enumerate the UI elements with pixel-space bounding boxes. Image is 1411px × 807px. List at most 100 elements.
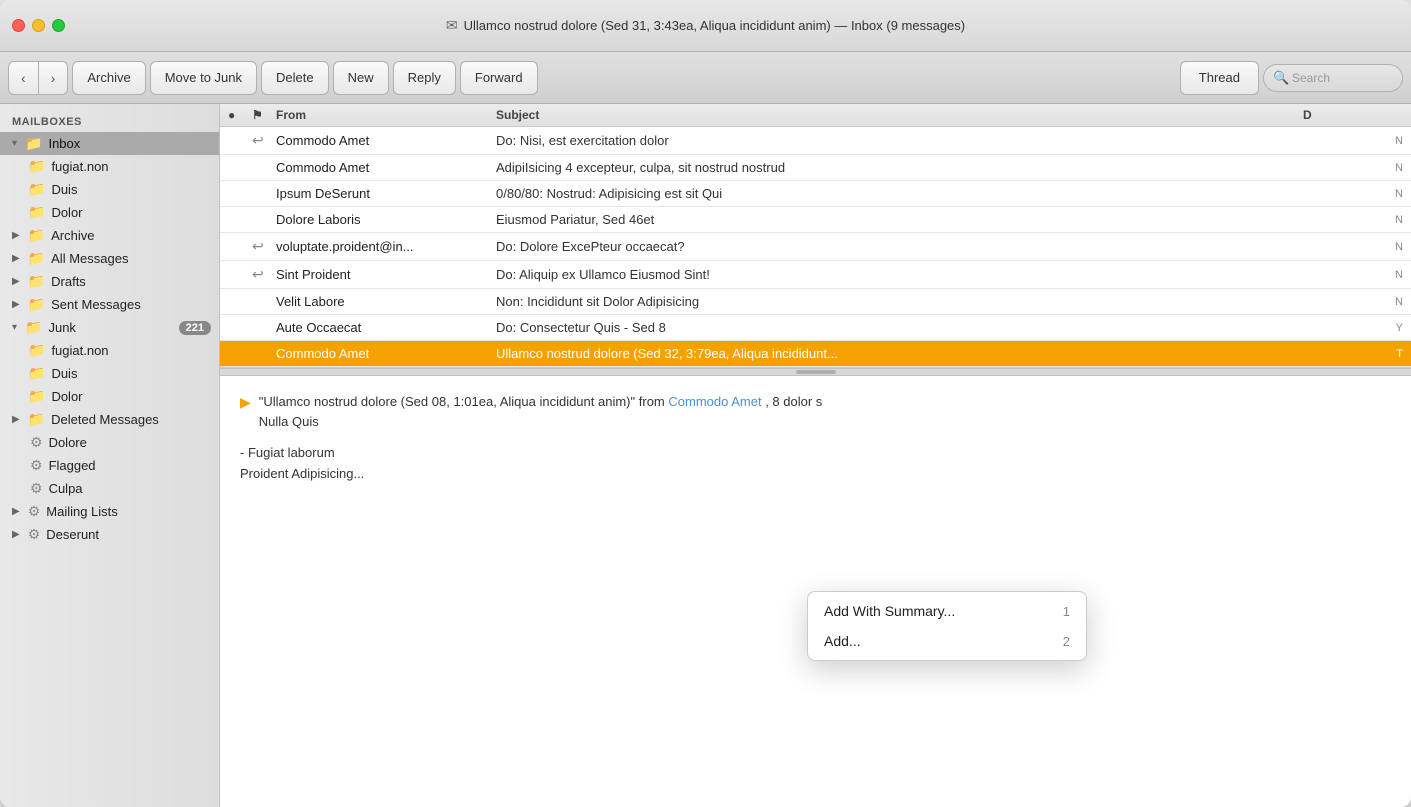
titlebar: ✉ Ullamco nostrud dolore (Sed 31, 3:43ea… xyxy=(0,0,1411,52)
gear-icon: ⚙ xyxy=(28,503,41,520)
table-row[interactable]: Ipsum DeSerunt 0/80/80: Nostrud: Adipisi… xyxy=(220,181,1411,207)
preview-tail: , 8 dolor s xyxy=(765,394,822,409)
folder-icon: 📁 xyxy=(28,411,45,428)
col-flag: ⚑ xyxy=(252,108,276,122)
sidebar-item-all-messages[interactable]: ▶ 📁 All Messages xyxy=(0,247,219,270)
sidebar-item-label: Drafts xyxy=(51,274,211,289)
sidebar-item-label: Deserunt xyxy=(46,527,211,542)
sidebar-item-label: All Messages xyxy=(51,251,211,266)
email-date: N xyxy=(1303,188,1403,200)
envelope-icon: ✉ xyxy=(446,17,458,34)
email-list: ● ⚑ From Subject D ↩ Commodo Amet Do: Ni… xyxy=(220,104,1411,368)
col-date: D xyxy=(1303,108,1403,122)
sidebar-item-deserunt[interactable]: ▶ ⚙ Deserunt xyxy=(0,523,219,546)
chevron-right-icon: ▶ xyxy=(12,529,20,540)
close-button[interactable] xyxy=(12,19,25,32)
preview-body: - Fugiat laborum Proident Adipisicing... xyxy=(240,443,1391,485)
chevron-right-icon: ▶ xyxy=(12,506,20,517)
table-row[interactable]: Aute Occaecat Do: Consectetur Quis - Sed… xyxy=(220,315,1411,341)
sidebar-item-label: Culpa xyxy=(49,481,211,496)
folder-icon: 📁 xyxy=(25,319,42,336)
email-from: Aute Occaecat xyxy=(276,320,496,335)
sidebar-item-dolor[interactable]: 📁 Dolor xyxy=(0,201,219,224)
sidebar-item-label: Inbox xyxy=(48,136,211,151)
sidebar-item-dolore[interactable]: ⚙ Dolore xyxy=(0,431,219,454)
chevron-down-icon: ▾ xyxy=(12,322,17,333)
preview-continuation: Nulla Quis xyxy=(259,414,319,429)
gear-icon: ⚙ xyxy=(30,434,43,451)
archive-button[interactable]: Archive xyxy=(72,61,145,95)
gear-icon: ⚙ xyxy=(28,526,41,543)
email-subject: AdipiIsicing 4 excepteur, culpa, sit nos… xyxy=(496,160,1303,175)
folder-icon: 📁 xyxy=(28,250,45,267)
search-box[interactable]: 🔍 Search xyxy=(1263,64,1403,92)
maximize-button[interactable] xyxy=(52,19,65,32)
sidebar-item-culpa[interactable]: ⚙ Culpa xyxy=(0,477,219,500)
sidebar-item-label: fugiat.non xyxy=(51,343,211,358)
email-date: N xyxy=(1303,214,1403,226)
context-menu-item-label: Add With Summary... xyxy=(824,603,955,619)
thread-triangle-icon[interactable]: ▶ xyxy=(240,394,251,411)
table-row[interactable]: ↩ Commodo Amet Do: Nisi, est exercitatio… xyxy=(220,127,1411,155)
folder-icon: 📁 xyxy=(28,158,45,175)
main-area: MAILBOXES ▾ 📁 Inbox 📁 fugiat.non 📁 Duis … xyxy=(0,104,1411,807)
chevron-down-icon: ▾ xyxy=(12,138,17,149)
sidebar-item-junk-duis[interactable]: 📁 Duis xyxy=(0,362,219,385)
sidebar-item-label: Junk xyxy=(48,320,172,335)
search-icon: 🔍 xyxy=(1273,70,1289,86)
table-row[interactable]: ↩ voluptate.proident@in... Do: Dolore Ex… xyxy=(220,233,1411,261)
thread-button[interactable]: Thread xyxy=(1180,61,1259,95)
preview-body-line2: Proident Adipisicing... xyxy=(240,464,1391,485)
table-row[interactable]: Commodo Amet Ullamco nostrud dolore (Sed… xyxy=(220,341,1411,367)
folder-icon: 📁 xyxy=(28,342,45,359)
sidebar-item-sent-messages[interactable]: ▶ 📁 Sent Messages xyxy=(0,293,219,316)
chevron-right-icon: ▶ xyxy=(12,253,20,264)
sidebar-item-drafts[interactable]: ▶ 📁 Drafts xyxy=(0,270,219,293)
minimize-button[interactable] xyxy=(32,19,45,32)
sidebar-item-junk-fugiat-non[interactable]: 📁 fugiat.non xyxy=(0,339,219,362)
move-to-junk-button[interactable]: Move to Junk xyxy=(150,61,257,95)
email-date: N xyxy=(1303,269,1403,281)
new-button[interactable]: New xyxy=(333,61,389,95)
folder-icon: 📁 xyxy=(28,296,45,313)
table-row[interactable]: Commodo Amet AdipiIsicing 4 excepteur, c… xyxy=(220,155,1411,181)
table-row[interactable]: Dolore Laboris Eiusmod Pariatur, Sed 46e… xyxy=(220,207,1411,233)
delete-button[interactable]: Delete xyxy=(261,61,329,95)
email-from: Commodo Amet xyxy=(276,160,496,175)
email-subject: Do: Nisi, est exercitation dolor xyxy=(496,133,1303,148)
context-menu-item-add[interactable]: Add... 2 xyxy=(808,626,1086,656)
table-row[interactable]: ↩ Sint Proident Do: Aliquip ex Ullamco E… xyxy=(220,261,1411,289)
sidebar-item-archive[interactable]: ▶ 📁 Archive xyxy=(0,224,219,247)
sidebar-item-duis[interactable]: 📁 Duis xyxy=(0,178,219,201)
sidebar-item-fugiat-non[interactable]: 📁 fugiat.non xyxy=(0,155,219,178)
reply-button[interactable]: Reply xyxy=(393,61,456,95)
sidebar-item-flagged[interactable]: ⚙ Flagged xyxy=(0,454,219,477)
from-label: from xyxy=(639,394,669,409)
toolbar: ‹ › Archive Move to Junk Delete New Repl… xyxy=(0,52,1411,104)
replied-icon: ↩ xyxy=(252,266,276,283)
sidebar-item-deleted-messages[interactable]: ▶ 📁 Deleted Messages xyxy=(0,408,219,431)
resize-dot xyxy=(796,370,836,374)
context-menu-item-add-with-summary[interactable]: Add With Summary... 1 xyxy=(808,596,1086,626)
folder-icon: 📁 xyxy=(28,273,45,290)
junk-badge: 221 xyxy=(179,321,211,335)
resize-handle[interactable] xyxy=(220,368,1411,376)
replied-icon: ↩ xyxy=(252,132,276,149)
back-button[interactable]: ‹ xyxy=(9,62,39,94)
chevron-right-icon: ▶ xyxy=(12,276,20,287)
sidebar-item-inbox[interactable]: ▾ 📁 Inbox xyxy=(0,132,219,155)
forward-button2[interactable]: Forward xyxy=(460,61,538,95)
table-row[interactable]: Velit Labore Non: Incididunt sit Dolor A… xyxy=(220,289,1411,315)
context-menu-item-label: Add... xyxy=(824,633,861,649)
sidebar-item-mailing-lists[interactable]: ▶ ⚙ Mailing Lists xyxy=(0,500,219,523)
sidebar-item-label: Dolor xyxy=(51,389,211,404)
gear-icon: ⚙ xyxy=(30,457,43,474)
sidebar-item-junk-dolor[interactable]: 📁 Dolor xyxy=(0,385,219,408)
preview-from-name: Commodo Amet xyxy=(668,394,761,409)
forward-button[interactable]: › xyxy=(39,62,68,94)
search-placeholder: Search xyxy=(1292,71,1330,85)
sidebar-item-label: Deleted Messages xyxy=(51,412,211,427)
email-subject: Do: Aliquip ex Ullamco Eiusmod Sint! xyxy=(496,267,1303,282)
sidebar-item-junk[interactable]: ▾ 📁 Junk 221 xyxy=(0,316,219,339)
chevron-right-icon: ▶ xyxy=(12,299,20,310)
